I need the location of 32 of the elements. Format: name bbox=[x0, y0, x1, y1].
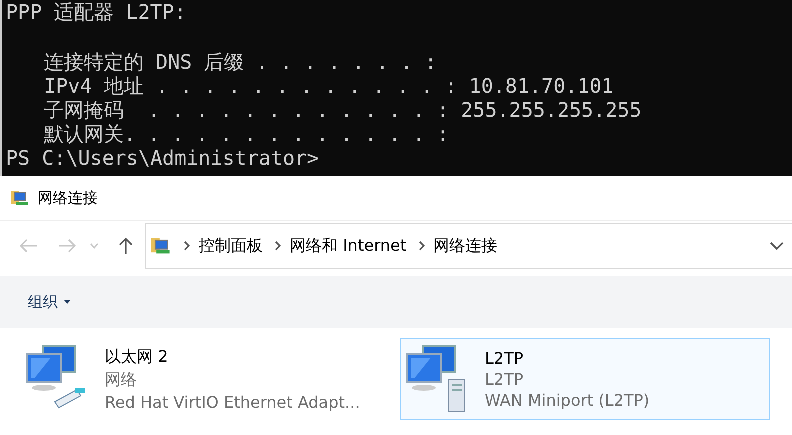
terminal-value: 10.81.70.101 bbox=[469, 74, 614, 98]
terminal-line: IPv4 地址 . . . . . . . . . . . . : bbox=[44, 74, 458, 98]
chevron-right-icon bbox=[184, 241, 191, 251]
organize-button[interactable]: 组织 bbox=[28, 288, 71, 316]
connection-status: L2TP bbox=[485, 370, 525, 388]
connection-item[interactable]: 以太网 2 网络 Red Hat VirtIO Ethernet Adapt... bbox=[20, 338, 390, 420]
network-folder-icon bbox=[10, 189, 30, 207]
terminal-line: 连接特定的 DNS 后缀 . . . . . . . : bbox=[44, 50, 437, 74]
connection-status: 网络 bbox=[105, 370, 138, 390]
connection-name: L2TP bbox=[485, 348, 525, 368]
connection-item[interactable]: L2TP L2TP WAN Miniport (L2TP) bbox=[400, 338, 770, 420]
connection-name: 以太网 2 bbox=[105, 346, 170, 368]
chevron-right-icon bbox=[418, 241, 426, 251]
device-name: Red Hat VirtIO Ethernet Adapt... bbox=[105, 392, 360, 412]
up-arrow-icon[interactable] bbox=[119, 237, 133, 255]
terminal-line: 默认网关. . . . . . . . . . . . . : bbox=[44, 122, 450, 146]
device-name: WAN Miniport (L2TP) bbox=[485, 390, 650, 410]
terminal-prompt: PS C:\Users\Administrator> bbox=[6, 146, 320, 170]
forward-icon[interactable] bbox=[58, 239, 76, 253]
chevron-right-icon bbox=[275, 241, 282, 251]
chevron-down-icon[interactable] bbox=[770, 242, 784, 250]
breadcrumb-item[interactable]: 控制面板 bbox=[199, 236, 263, 256]
window-title: 网络连接 bbox=[38, 188, 98, 208]
back-icon[interactable] bbox=[20, 239, 38, 253]
network-folder-icon bbox=[150, 236, 172, 256]
terminal-line: PPP 适配器 L2TP: bbox=[6, 0, 186, 24]
breadcrumb-item[interactable]: 网络连接 bbox=[434, 236, 498, 256]
terminal-value: 255.255.255.255 bbox=[461, 98, 642, 122]
address-bar[interactable]: 控制面板 网络和 Internet 网络连接 bbox=[145, 223, 792, 269]
breadcrumb-item[interactable]: 网络和 Internet bbox=[290, 236, 407, 256]
caret-icon bbox=[64, 300, 71, 304]
terminal-line: 子网掩码 . . . . . . . . . . . . : bbox=[44, 98, 450, 122]
